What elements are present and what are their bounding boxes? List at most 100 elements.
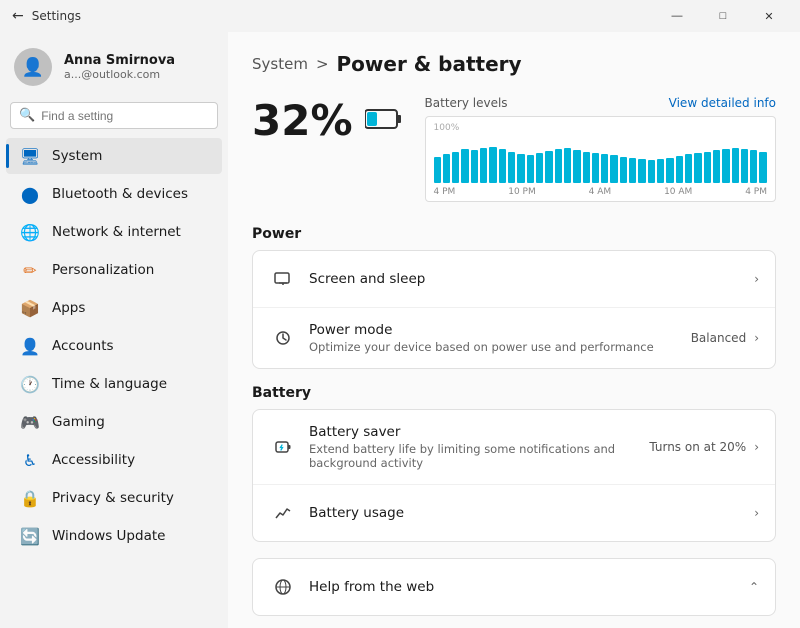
- chart-bars-container: [434, 135, 767, 183]
- sidebar-item-personalization[interactable]: ✏ Personalization: [6, 252, 222, 288]
- search-box[interactable]: 🔍: [10, 102, 218, 129]
- chart-bar: [713, 150, 720, 183]
- sidebar-item-network[interactable]: 🌐 Network & internet: [6, 214, 222, 250]
- battery-settings-section: Battery Battery saver Extend battery lif…: [252, 385, 776, 542]
- sidebar-item-accounts-label: Accounts: [52, 338, 114, 354]
- help-icon: [269, 573, 297, 601]
- bluetooth-icon: ⬤: [20, 184, 40, 204]
- sidebar-item-privacy[interactable]: 🔒 Privacy & security: [6, 480, 222, 516]
- screen-sleep-title: Screen and sleep: [309, 271, 754, 287]
- chart-bar: [610, 155, 617, 183]
- maximize-button[interactable]: □: [700, 0, 746, 32]
- nav-items: 🖥 System ⬤ Bluetooth & devices 🌐 Network…: [0, 137, 228, 620]
- help-chevron-up: ⌃: [749, 580, 759, 594]
- network-icon: 🌐: [20, 222, 40, 242]
- chart-bar: [638, 159, 645, 183]
- back-icon[interactable]: ←: [12, 8, 24, 24]
- titlebar-left: ← Settings: [12, 8, 81, 24]
- gaming-icon: 🎮: [20, 412, 40, 432]
- battery-overview: 32% Battery levels View detailed info: [252, 96, 776, 202]
- search-input[interactable]: [41, 109, 209, 123]
- power-section-label: Power: [252, 226, 776, 242]
- chart-time-labels: 4 PM 10 PM 4 AM 10 AM 4 PM: [434, 187, 767, 197]
- chart-bar: [741, 149, 748, 183]
- battery-saver-row[interactable]: Battery saver Extend battery life by lim…: [253, 410, 775, 485]
- time-label-2: 10 PM: [508, 187, 536, 197]
- sidebar-item-gaming-label: Gaming: [52, 414, 105, 430]
- battery-icon: [365, 104, 401, 137]
- user-email: a...@outlook.com: [64, 68, 175, 81]
- battery-usage-title: Battery usage: [309, 505, 754, 521]
- accounts-icon: 👤: [20, 336, 40, 356]
- chart-bar: [750, 150, 757, 183]
- chart-bar: [499, 149, 506, 183]
- battery-section-label: Battery: [252, 385, 776, 401]
- user-info: Anna Smirnova a...@outlook.com: [64, 53, 175, 81]
- chart-bar: [489, 147, 496, 183]
- help-web-text: Help from the web: [309, 579, 749, 595]
- chart-bar: [694, 153, 701, 183]
- battery-usage-icon: [269, 499, 297, 527]
- titlebar-title: Settings: [32, 9, 81, 23]
- sidebar-item-gaming[interactable]: 🎮 Gaming: [6, 404, 222, 440]
- sidebar-item-update[interactable]: 🔄 Windows Update: [6, 518, 222, 554]
- battery-usage-chevron: ›: [754, 506, 759, 520]
- chart-bar: [704, 152, 711, 183]
- chart-bar: [666, 158, 673, 183]
- power-mode-chevron: ›: [754, 331, 759, 345]
- battery-usage-row[interactable]: Battery usage ›: [253, 485, 775, 541]
- titlebar: ← Settings — □ ✕: [0, 0, 800, 32]
- battery-saver-icon: [269, 433, 297, 461]
- power-mode-subtitle: Optimize your device based on power use …: [309, 340, 691, 354]
- help-web-row[interactable]: Help from the web ⌃: [253, 559, 775, 615]
- screen-sleep-row[interactable]: Screen and sleep ›: [253, 251, 775, 308]
- battery-chart-header: Battery levels View detailed info: [425, 96, 776, 110]
- sidebar-item-system[interactable]: 🖥 System: [6, 138, 222, 174]
- chart-bar: [648, 160, 655, 183]
- time-label-4: 10 AM: [664, 187, 692, 197]
- sidebar-item-privacy-label: Privacy & security: [52, 490, 174, 506]
- app-container: 👤 Anna Smirnova a...@outlook.com 🔍 🖥 Sys…: [0, 32, 800, 628]
- sidebar-item-accounts[interactable]: 👤 Accounts: [6, 328, 222, 364]
- chart-bar: [620, 157, 627, 183]
- sidebar-item-accessibility-label: Accessibility: [52, 452, 135, 468]
- breadcrumb-parent[interactable]: System: [252, 55, 308, 73]
- chart-bar: [601, 154, 608, 183]
- chart-bar: [592, 153, 599, 183]
- apps-icon: 📦: [20, 298, 40, 318]
- battery-saver-subtitle: Extend battery life by limiting some not…: [309, 442, 649, 470]
- battery-levels-label: Battery levels: [425, 96, 508, 110]
- power-settings-card: Screen and sleep › Power mode: [252, 250, 776, 369]
- breadcrumb-separator: >: [316, 55, 329, 73]
- view-detailed-link[interactable]: View detailed info: [669, 96, 776, 110]
- chart-bar: [564, 148, 571, 183]
- search-icon: 🔍: [19, 108, 35, 123]
- power-mode-row[interactable]: Power mode Optimize your device based on…: [253, 308, 775, 368]
- user-name: Anna Smirnova: [64, 53, 175, 68]
- screen-sleep-chevron: ›: [754, 272, 759, 286]
- personalization-icon: ✏: [20, 260, 40, 280]
- battery-chart: 100% 4 PM 10 PM 4 AM 10 AM 4 PM: [425, 116, 776, 202]
- battery-settings-card: Battery saver Extend battery life by lim…: [252, 409, 776, 542]
- chart-100-label: 100%: [434, 123, 460, 133]
- time-label-5: 4 PM: [745, 187, 767, 197]
- battery-usage-right: ›: [754, 506, 759, 520]
- sidebar-item-accessibility[interactable]: ♿ Accessibility: [6, 442, 222, 478]
- power-mode-value: Balanced: [691, 331, 746, 345]
- chart-bar: [722, 149, 729, 183]
- power-mode-icon: [269, 324, 297, 352]
- user-section[interactable]: 👤 Anna Smirnova a...@outlook.com: [0, 32, 228, 98]
- battery-saver-value: Turns on at 20%: [649, 440, 746, 454]
- sidebar-item-apps[interactable]: 📦 Apps: [6, 290, 222, 326]
- battery-percent-section: 32%: [252, 96, 401, 145]
- minimize-button[interactable]: —: [654, 0, 700, 32]
- breadcrumb-current: Power & battery: [337, 52, 522, 76]
- sidebar-item-bluetooth[interactable]: ⬤ Bluetooth & devices: [6, 176, 222, 212]
- chart-bar: [536, 153, 543, 183]
- battery-saver-title: Battery saver: [309, 424, 649, 440]
- sidebar-item-time[interactable]: 🕐 Time & language: [6, 366, 222, 402]
- close-button[interactable]: ✕: [746, 0, 792, 32]
- chart-bar: [759, 152, 766, 183]
- sidebar-item-personalization-label: Personalization: [52, 262, 154, 278]
- sidebar-item-apps-label: Apps: [52, 300, 85, 316]
